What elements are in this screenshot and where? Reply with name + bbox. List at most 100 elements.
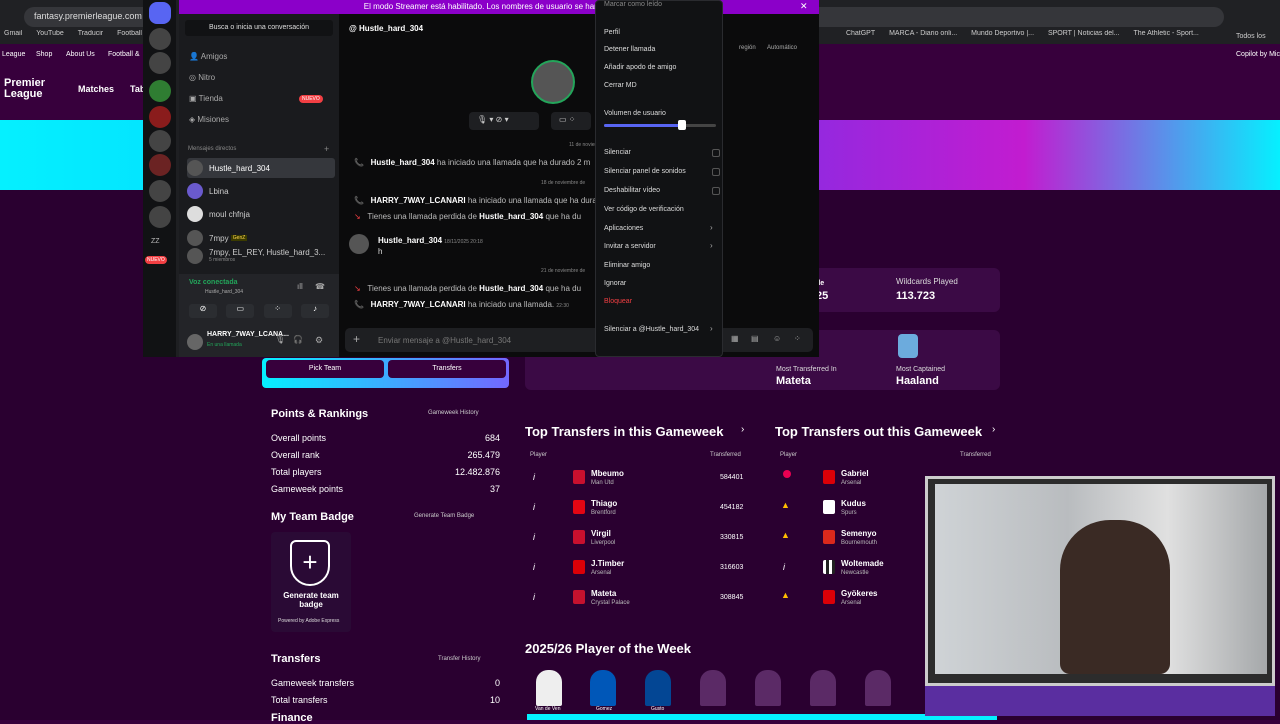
bookmark[interactable]: MARCA - Diario onli... xyxy=(889,30,957,37)
table-row[interactable]: i J.Timber Arsenal 316603 xyxy=(525,554,750,582)
transfer-history-link[interactable]: Transfer History xyxy=(438,656,480,662)
gw-history-link[interactable]: Gameweek History xyxy=(428,410,479,416)
nav-friends[interactable]: 👤 Amigos xyxy=(189,52,227,61)
volume-slider[interactable] xyxy=(604,124,716,127)
bookmark[interactable]: SPORT | Noticias del... xyxy=(1048,30,1120,37)
menu-disable-video[interactable]: Deshabilitar vídeo xyxy=(604,187,660,194)
gear-icon[interactable]: ⚙ xyxy=(315,335,323,346)
transfers-button[interactable]: Transfers xyxy=(388,360,506,378)
message-input[interactable]: Enviar mensaje a @Hustle_hard_304 xyxy=(378,336,511,345)
nav-link[interactable]: Shop xyxy=(36,51,52,58)
table-row[interactable]: ▲ Kudus Spurs xyxy=(775,494,925,522)
table-row[interactable]: i Woltemade Newcastle xyxy=(775,554,925,582)
chevron-right-icon[interactable]: › xyxy=(741,424,744,435)
nav-link[interactable]: About Us xyxy=(66,51,95,58)
signal-icon[interactable]: ıll xyxy=(297,282,303,291)
dm-item[interactable]: moul chfnja xyxy=(187,204,335,224)
menu-mute-soundboard[interactable]: Silenciar panel de sonidos xyxy=(604,168,686,175)
table-row[interactable]: i Mateta Crystal Palace 308845 xyxy=(525,584,750,612)
menu-apps[interactable]: Aplicaciones xyxy=(604,225,643,232)
call-avatar[interactable] xyxy=(531,60,575,104)
apps-icon[interactable]: ⁘ xyxy=(794,334,801,343)
menu-mark-read[interactable]: Marcar como leído xyxy=(604,1,662,8)
bookmark[interactable]: ChatGPT xyxy=(846,30,875,37)
checkbox[interactable] xyxy=(712,168,720,176)
camera-off-icon[interactable]: ⊘ xyxy=(189,304,217,318)
nav-link[interactable]: Football & xyxy=(108,51,140,58)
volume-knob[interactable] xyxy=(678,120,687,130)
bookmark[interactable]: Traducir xyxy=(78,30,103,37)
checkbox[interactable] xyxy=(712,149,720,157)
nav-store[interactable]: ▣ Tienda xyxy=(189,94,223,103)
server-icon[interactable] xyxy=(149,130,171,152)
bookmark[interactable]: Mundo Deportivo |... xyxy=(971,30,1034,37)
all-bookmarks[interactable]: Todos los xyxy=(1236,33,1266,40)
menu-mute[interactable]: Silenciar xyxy=(604,149,631,156)
table-row[interactable]: ▲ Gyökeres Arsenal xyxy=(775,584,925,612)
table-row[interactable]: Gabriel Arsenal xyxy=(775,464,925,492)
menu-ignore[interactable]: Ignorar xyxy=(604,280,626,287)
menu-mute-user[interactable]: Silenciar a @Hustle_hard_304 xyxy=(604,326,699,333)
server-icon[interactable] xyxy=(149,80,171,102)
gift-icon[interactable]: ▦ xyxy=(731,334,739,343)
checkbox[interactable] xyxy=(712,187,720,195)
add-attachment-icon[interactable]: + xyxy=(353,332,360,346)
add-dm-icon[interactable]: + xyxy=(324,144,329,154)
screen-share-icon[interactable]: ▭ xyxy=(559,115,567,124)
disconnect-icon[interactable]: ☎ xyxy=(315,282,325,291)
region-select[interactable]: Automático xyxy=(767,45,797,51)
menu-add-nickname[interactable]: Añadir apodo de amigo xyxy=(604,64,676,71)
avatar[interactable] xyxy=(349,234,369,254)
table-row[interactable]: ▲ Semenyo Bournemouth xyxy=(775,524,925,552)
emoji-icon[interactable]: ☺ xyxy=(773,334,781,343)
table-row[interactable]: i Virgil Liverpool 330815 xyxy=(525,524,750,552)
menu-profile[interactable]: Perfil xyxy=(604,29,620,36)
menu-verify-code[interactable]: Ver código de verificación xyxy=(604,206,684,213)
activities-icon[interactable]: ⁘ xyxy=(569,115,576,124)
bookmark[interactable]: Football xyxy=(117,30,142,37)
nav-nitro[interactable]: ◎ Nitro xyxy=(189,73,215,82)
voice-channel[interactable]: Hustle_hard_304 xyxy=(205,289,243,295)
menu-close-dm[interactable]: Cerrar MD xyxy=(604,82,637,89)
server-icon[interactable] xyxy=(149,180,171,202)
mic-icon[interactable]: 🎙 xyxy=(275,335,285,344)
gif-icon[interactable]: ▤ xyxy=(751,334,759,343)
mic-icon[interactable]: 🎙 ▾ xyxy=(477,115,493,124)
generate-badge-link[interactable]: Generate Team Badge xyxy=(414,513,474,519)
server-icon[interactable] xyxy=(149,154,171,176)
chevron-right-icon[interactable]: › xyxy=(992,424,995,435)
menu-remove-friend[interactable]: Eliminar amigo xyxy=(604,262,650,269)
nav-quests[interactable]: ◈ Misiones xyxy=(189,115,229,124)
avatar[interactable] xyxy=(187,334,203,350)
copilot-link[interactable]: Copilot by Mic xyxy=(1236,51,1280,58)
dm-item[interactable]: Hustle_hard_304 xyxy=(187,158,335,178)
activities-icon[interactable]: ⁘ xyxy=(263,304,292,318)
headphones-icon[interactable]: 🎧 xyxy=(293,335,303,344)
server-icon[interactable] xyxy=(149,206,171,228)
server-icon[interactable] xyxy=(149,106,171,128)
server-icon[interactable] xyxy=(149,28,171,50)
screen-share-icon[interactable]: ▭ xyxy=(226,304,255,318)
menu-invite[interactable]: Invitar a servidor xyxy=(604,243,656,250)
menu-stop-call[interactable]: Detener llamada xyxy=(604,46,655,53)
menu-block[interactable]: Bloquear xyxy=(604,298,632,305)
server-badge[interactable]: ZZ xyxy=(151,238,160,245)
discord-home-icon[interactable] xyxy=(149,2,171,24)
search-input[interactable]: Busca o inicia una conversación xyxy=(185,20,333,36)
server-icon[interactable] xyxy=(149,52,171,74)
dm-item[interactable]: 7mpy GenZ xyxy=(187,228,335,248)
close-icon[interactable]: ✕ xyxy=(800,1,808,12)
nav-link[interactable]: League xyxy=(2,51,25,58)
pick-team-button[interactable]: Pick Team xyxy=(266,360,384,378)
dm-item[interactable]: 7mpy, EL_REY, Hustle_hard_3... 5 miembros xyxy=(187,248,335,268)
tab-matches[interactable]: Matches xyxy=(78,84,114,94)
bookmark[interactable]: The Athletic - Sport... xyxy=(1134,30,1199,37)
bookmark[interactable]: YouTube xyxy=(36,30,64,37)
bookmark[interactable]: Gmail xyxy=(4,30,22,37)
table-row[interactable]: i Mbeumo Man Utd 584401 xyxy=(525,464,750,492)
camera-icon[interactable]: ⊘ ▾ xyxy=(496,115,509,124)
dm-item[interactable]: Lbina xyxy=(187,181,335,201)
pl-logo[interactable]: Premier League xyxy=(4,78,66,102)
soundboard-icon[interactable]: ♪ xyxy=(300,304,329,318)
table-row[interactable]: i Thiago Brentford 454182 xyxy=(525,494,750,522)
